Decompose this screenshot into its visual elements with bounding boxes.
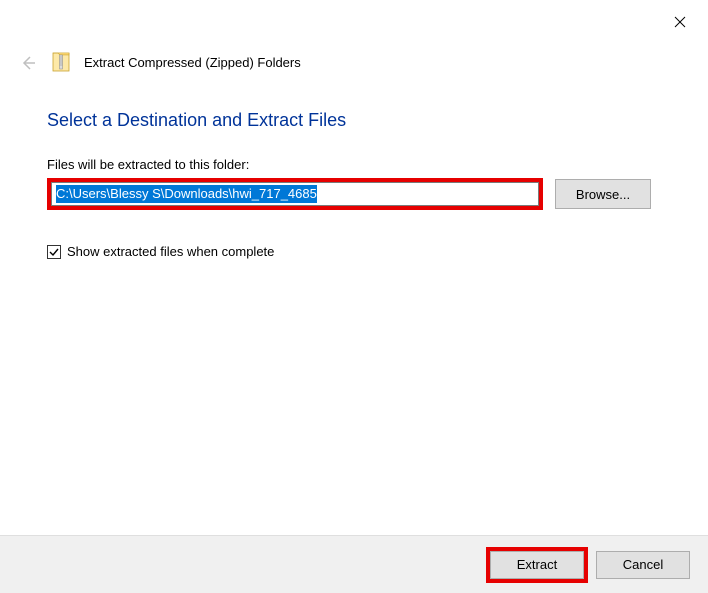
wizard-footer: Extract Cancel [0, 535, 708, 593]
destination-path-text: C:\Users\Blessy S\Downloads\hwi_717_4685 [56, 185, 317, 203]
show-files-checkbox[interactable] [47, 245, 61, 259]
wizard-content: Select a Destination and Extract Files F… [47, 110, 678, 259]
path-highlight: C:\Users\Blessy S\Downloads\hwi_717_4685 [47, 178, 543, 210]
extract-highlight: Extract [486, 547, 588, 583]
close-icon [674, 16, 686, 28]
destination-input[interactable]: C:\Users\Blessy S\Downloads\hwi_717_4685 [51, 182, 539, 206]
show-files-checkbox-row: Show extracted files when complete [47, 244, 678, 259]
destination-row: C:\Users\Blessy S\Downloads\hwi_717_4685… [47, 178, 678, 210]
back-button[interactable] [18, 53, 38, 73]
zip-folder-icon [52, 50, 70, 75]
cancel-button[interactable]: Cancel [596, 551, 690, 579]
extract-button[interactable]: Extract [490, 551, 584, 579]
show-files-label[interactable]: Show extracted files when complete [67, 244, 274, 259]
back-arrow-icon [20, 55, 36, 71]
checkmark-icon [49, 247, 59, 257]
close-button[interactable] [670, 12, 690, 32]
browse-button[interactable]: Browse... [555, 179, 651, 209]
destination-label: Files will be extracted to this folder: [47, 157, 678, 172]
page-title: Select a Destination and Extract Files [47, 110, 678, 131]
wizard-header: Extract Compressed (Zipped) Folders [18, 50, 301, 75]
wizard-title: Extract Compressed (Zipped) Folders [84, 55, 301, 70]
